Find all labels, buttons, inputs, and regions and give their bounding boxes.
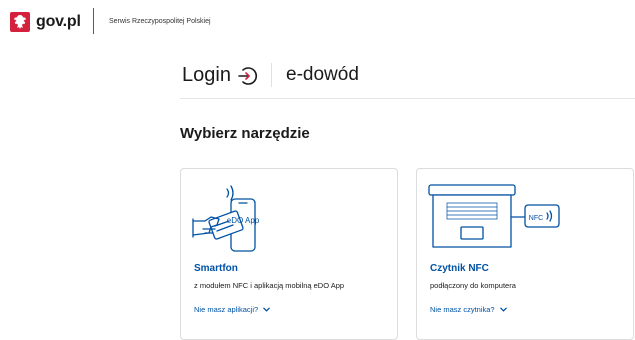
nfc-reader-label: NFC <box>529 215 543 222</box>
nfc-reader-option-card[interactable]: NFC Czytnik NFC podłączony do komputera … <box>416 168 634 340</box>
smartphone-nfc-illustration: eDO App <box>189 177 279 264</box>
brand-logo-text[interactable]: gov.pl <box>36 13 81 31</box>
no-app-link[interactable]: Nie masz aplikacji? <box>194 305 271 314</box>
chevron-down-icon[interactable] <box>262 305 271 314</box>
nfc-reader-card-title[interactable]: Czytnik NFC <box>430 263 489 274</box>
login-divider <box>271 63 272 87</box>
no-reader-link-label[interactable]: Nie masz czytnika? <box>430 305 495 314</box>
login-arrow-icon <box>236 65 258 87</box>
smartphone-option-card[interactable]: eDO App Smartfon z modułem NFC i aplikac… <box>180 168 398 340</box>
login-title: Login <box>182 64 231 86</box>
smartphone-card-title[interactable]: Smartfon <box>194 263 238 274</box>
choose-tool-heading: Wybierz narzędzie <box>180 125 310 142</box>
edo-app-label: eDO App <box>227 216 260 225</box>
login-header: Login e-dowód <box>180 58 635 99</box>
no-reader-link[interactable]: Nie masz czytnika? <box>430 305 508 314</box>
smartphone-card-description: z modułem NFC i aplikacją mobilną eDO Ap… <box>194 281 345 290</box>
chevron-down-icon[interactable] <box>499 305 508 314</box>
top-bar: gov.pl Serwis Rzeczypospolitej Polskiej <box>0 0 635 46</box>
service-name: Serwis Rzeczypospolitej Polskiej <box>109 18 211 25</box>
no-app-link-label[interactable]: Nie masz aplikacji? <box>194 305 258 314</box>
polish-eagle-emblem-icon[interactable] <box>10 12 30 32</box>
login-method: e-dowód <box>286 64 359 85</box>
laptop-nfc-reader-illustration: NFC <box>425 177 565 264</box>
nfc-reader-card-description: podłączony do komputera <box>430 281 516 290</box>
header-divider <box>93 8 94 34</box>
